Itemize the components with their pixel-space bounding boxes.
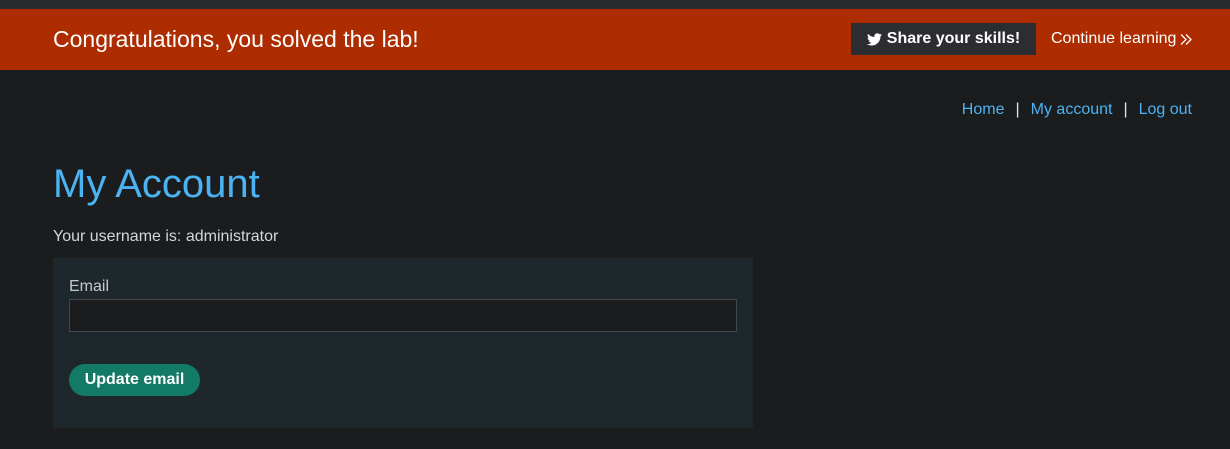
- email-field[interactable]: [69, 299, 737, 332]
- change-email-form: Email Update email: [53, 258, 753, 428]
- nav-separator: |: [1015, 101, 1020, 118]
- lab-solved-banner: Congratulations, you solved the lab! Sha…: [0, 9, 1230, 70]
- top-strip: [0, 0, 1230, 9]
- twitter-bird-icon: [866, 32, 882, 45]
- share-skills-button[interactable]: Share your skills!: [851, 23, 1036, 55]
- nav-home-link[interactable]: Home: [962, 101, 1005, 119]
- email-label: Email: [69, 278, 110, 295]
- continue-learning-label: Continue learning: [1051, 30, 1177, 47]
- top-nav: Home | My account | Log out: [962, 101, 1192, 119]
- nav-log-out-link[interactable]: Log out: [1139, 101, 1192, 119]
- nav-my-account-link[interactable]: My account: [1031, 101, 1113, 119]
- username-text: Your username is: administrator: [53, 228, 279, 245]
- continue-learning-link[interactable]: Continue learning: [1051, 30, 1193, 48]
- nav-separator: |: [1123, 101, 1128, 118]
- share-skills-label: Share your skills!: [886, 30, 1021, 47]
- update-email-button[interactable]: Update email: [69, 364, 200, 396]
- banner-title: Congratulations, you solved the lab!: [53, 26, 419, 52]
- page-title: My Account: [53, 162, 260, 206]
- double-chevron-right-icon: [1180, 33, 1193, 45]
